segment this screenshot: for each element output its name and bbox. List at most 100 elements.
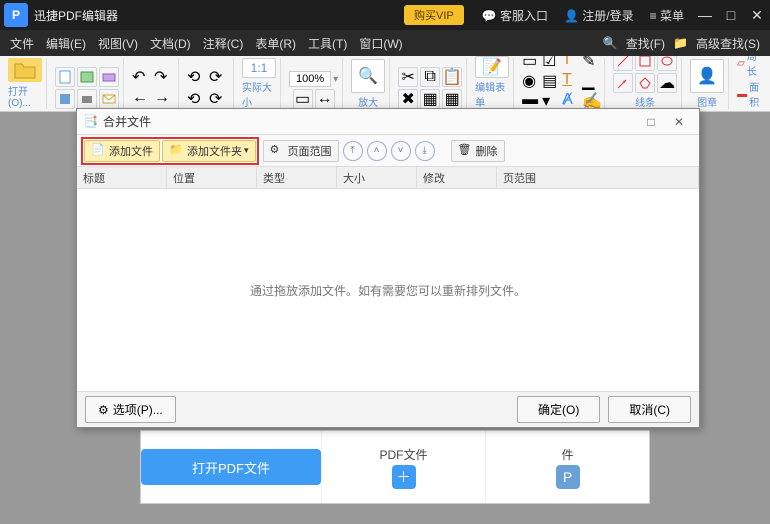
delete-button[interactable]: 🗑 删除: [451, 140, 505, 162]
scanner-icon[interactable]: [99, 67, 119, 87]
stamp-button[interactable]: 👤: [690, 59, 724, 93]
ribbon-group-rotate: ⟲ ⟳ ⟲ ⟳: [183, 58, 234, 109]
app-logo: P: [4, 3, 28, 27]
rotate-cw2-icon[interactable]: ⟳: [209, 89, 229, 109]
back-icon[interactable]: ←: [132, 89, 152, 109]
delete-icon[interactable]: ✖: [398, 89, 418, 109]
move-top-button[interactable]: ⤒: [343, 141, 363, 161]
rotate-ccw-icon[interactable]: ⟲: [187, 67, 207, 87]
move-up-button[interactable]: ˄: [367, 141, 387, 161]
perimeter-button[interactable]: ▱周长: [737, 56, 762, 78]
email-icon[interactable]: [99, 89, 119, 109]
dialog-close-button[interactable]: ✕: [665, 115, 693, 129]
menu-document[interactable]: 文档(D): [144, 35, 197, 52]
pencil-icon[interactable]: ✎: [582, 56, 600, 69]
col-pagerange[interactable]: 页范围: [497, 167, 699, 188]
zoom-value[interactable]: 100%: [289, 71, 331, 87]
rotate-cw-icon[interactable]: ⟳: [209, 67, 229, 87]
buy-vip-button[interactable]: 购买VIP: [404, 5, 464, 25]
customer-service-button[interactable]: 💬 客服入口: [474, 7, 556, 24]
open-pdf-card[interactable]: 打开PDF文件: [141, 431, 322, 503]
cloud-icon[interactable]: ☁: [657, 73, 677, 93]
file-list-body[interactable]: 通过拖放添加文件。如有需要您可以重新排列文件。: [77, 189, 699, 391]
col-location[interactable]: 位置: [167, 167, 257, 188]
clip1-icon[interactable]: ▦: [420, 89, 440, 109]
dialog-toolbar: 📄 添加文件 📁 添加文件夹 ▾ ⚙ 页面范围 ⤒ ˄ ˅ ⤓ 🗑 删除: [77, 135, 699, 167]
note-icon[interactable]: ✍: [582, 91, 600, 109]
fit-page-icon[interactable]: ▭: [293, 89, 313, 109]
combo-icon[interactable]: ▾: [542, 91, 560, 109]
radio-icon[interactable]: ◉: [522, 71, 540, 89]
find-icon: 🔍: [603, 36, 618, 50]
menu-window[interactable]: 窗口(W): [353, 35, 408, 52]
hamburger-menu-button[interactable]: ≡ 菜单: [642, 7, 692, 24]
menu-form[interactable]: 表单(R): [249, 35, 302, 52]
file-card[interactable]: 件 P: [486, 431, 649, 503]
ribbon-group-open: 打开(O)...: [4, 58, 47, 109]
ribbon-group-history: ↶ ↷ ← →: [128, 58, 179, 109]
cancel-button[interactable]: 取消(C): [608, 396, 691, 423]
print-icon[interactable]: [77, 89, 97, 109]
clip2-icon[interactable]: ▦: [442, 89, 462, 109]
add-file-button[interactable]: 📄 添加文件: [84, 140, 160, 162]
ribbon-group-annot: ▭ ☑ T ✎ ◉ ▤ T ▁ ▬ ▾ Ⱥ ✍: [518, 58, 605, 109]
undo-icon[interactable]: ↶: [132, 67, 152, 87]
delete-row-icon: 🗑: [458, 143, 474, 159]
zoomin-button[interactable]: 🔍: [351, 59, 385, 93]
open-file-button[interactable]: [8, 58, 42, 82]
highlighter-icon[interactable]: ▁: [582, 71, 600, 89]
checkbox-icon[interactable]: ☑: [542, 56, 560, 69]
paste-icon[interactable]: 📋: [442, 67, 462, 87]
menu-comment[interactable]: 注释(C): [197, 35, 250, 52]
menu-edit[interactable]: 编辑(E): [40, 35, 92, 52]
redo-icon[interactable]: ↷: [154, 67, 174, 87]
button-icon[interactable]: ▬: [522, 91, 540, 109]
page-range-button[interactable]: ⚙ 页面范围: [263, 140, 339, 162]
ribbon-group-quick: [51, 58, 124, 109]
polygon-icon[interactable]: [635, 73, 655, 93]
dialog-maximize-button[interactable]: □: [637, 115, 665, 129]
minimize-button[interactable]: —: [692, 7, 718, 23]
move-bottom-button[interactable]: ⤓: [415, 141, 435, 161]
col-type[interactable]: 类型: [257, 167, 337, 188]
fit-width-icon[interactable]: ↔: [315, 89, 335, 109]
from-image-icon[interactable]: [77, 67, 97, 87]
close-button[interactable]: ✕: [744, 7, 770, 24]
find-button[interactable]: 查找(F): [620, 35, 671, 52]
copy-icon[interactable]: ⧉: [420, 67, 440, 87]
menu-view[interactable]: 视图(V): [92, 35, 144, 52]
text-icon[interactable]: T: [562, 56, 580, 69]
pdf-file-card[interactable]: PDF文件 ＋: [322, 431, 486, 503]
oval-icon[interactable]: [657, 56, 677, 71]
cut-icon[interactable]: ✂: [398, 67, 418, 87]
new-blank-icon[interactable]: [55, 67, 75, 87]
menu-tools[interactable]: 工具(T): [302, 35, 353, 52]
real-size-button[interactable]: 1:1: [242, 58, 276, 78]
login-button[interactable]: 👤 注册/登录: [556, 7, 642, 24]
forward-icon[interactable]: →: [154, 89, 174, 109]
strike-icon[interactable]: Ⱥ: [562, 91, 580, 109]
textbox-icon[interactable]: ▭: [522, 56, 540, 69]
area-button[interactable]: ▬面积: [737, 79, 762, 109]
add-folder-button[interactable]: 📁 添加文件夹 ▾: [162, 140, 256, 162]
list-icon[interactable]: ▤: [542, 71, 560, 89]
col-modified[interactable]: 修改: [417, 167, 497, 188]
move-down-button[interactable]: ˅: [391, 141, 411, 161]
menu-file[interactable]: 文件: [4, 35, 40, 52]
line-icon[interactable]: [613, 56, 633, 71]
adv-find-button[interactable]: 高级查找(S): [690, 35, 766, 52]
gear-icon: ⚙: [98, 403, 109, 417]
ok-button[interactable]: 确定(O): [517, 396, 600, 423]
dialog-title: 合并文件: [103, 113, 151, 130]
col-size[interactable]: 大小: [337, 167, 417, 188]
save-icon[interactable]: [55, 89, 75, 109]
arrow-icon[interactable]: [613, 73, 633, 93]
add-file-icon: 📄: [91, 143, 107, 159]
col-title[interactable]: 标题: [77, 167, 167, 188]
rect-icon[interactable]: [635, 56, 655, 71]
maximize-button[interactable]: □: [718, 7, 744, 23]
underline-icon[interactable]: T: [562, 71, 580, 89]
rotate-ccw2-icon[interactable]: ⟲: [187, 89, 207, 109]
options-button[interactable]: ⚙ 选项(P)...: [85, 396, 176, 423]
editform-button[interactable]: 📝: [475, 56, 509, 78]
